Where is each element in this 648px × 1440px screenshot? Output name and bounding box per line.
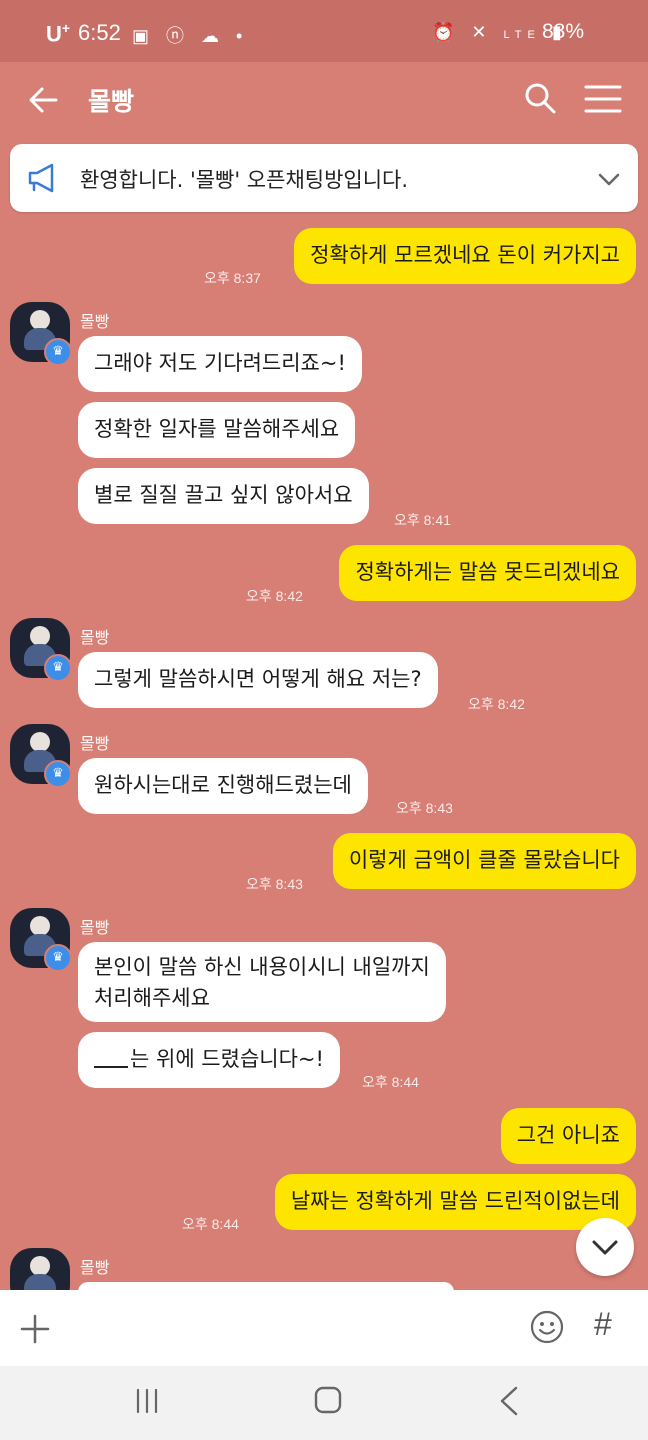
message-line: 처리해주세요 (94, 986, 210, 1010)
my-message-bubble[interactable]: 정확하게는 말씀 못드리겠네요 (339, 545, 636, 601)
sender-name: 몰빵 (80, 734, 110, 753)
chat-room-title: 몰빵 (88, 87, 135, 116)
redacted-text (94, 1052, 128, 1068)
my-message-bubble[interactable]: 이렇게 금액이 클줄 몰랐습니다 (332, 833, 636, 889)
other-message-bubble[interactable]: 원하시는대로 진행해드렸는데 (78, 758, 368, 814)
hash-icon[interactable]: # (594, 1306, 612, 1343)
message-timestamp: 오후 8:44 (362, 1074, 419, 1090)
message-timestamp: 오후 8:41 (394, 512, 451, 528)
sender-name: 몰빵 (80, 1258, 110, 1277)
status-time: 6:52 (78, 20, 121, 45)
message-timestamp: 오후 8:43 (396, 800, 453, 816)
chevron-down-icon[interactable] (596, 166, 622, 192)
notice-banner[interactable]: 환영합니다. '몰빵' 오픈채팅방입니다. (10, 144, 638, 212)
sender-name: 몰빵 (80, 628, 110, 647)
crown-icon: ♛ (44, 338, 72, 366)
crown-icon: ♛ (44, 944, 72, 972)
crown-icon: ♛ (44, 654, 72, 682)
sender-name: 몰빵 (80, 312, 110, 331)
message-timestamp: 오후 8:44 (182, 1216, 239, 1232)
message-timestamp: 오후 8:42 (468, 696, 525, 712)
recent-apps-icon[interactable] (134, 1388, 160, 1414)
megaphone-icon (28, 163, 54, 193)
scroll-to-bottom-button[interactable] (576, 1218, 634, 1276)
sender-name: 몰빵 (80, 918, 110, 937)
emoji-icon[interactable] (530, 1310, 564, 1344)
message-timestamp: 오후 8:42 (246, 588, 303, 604)
network-label: LTE (503, 29, 541, 41)
other-message-bubble[interactable]: 정확한 일자를 말씀해주세요 (78, 402, 356, 458)
other-message-bubble[interactable]: 그래야 저도 기다려드리죠~! (78, 336, 362, 392)
my-message-bubble[interactable]: 그건 아니죠 (500, 1108, 636, 1164)
back-arrow-icon[interactable] (26, 82, 62, 118)
system-navigation-bar (0, 1366, 648, 1440)
my-message-bubble[interactable]: 정확하게 모르겠네요 돈이 커가지고 (294, 228, 636, 284)
message-timestamp: 오후 8:37 (204, 270, 261, 286)
notification-icons: ▣ ⓝ ☁ • (132, 26, 249, 46)
back-nav-icon[interactable] (498, 1386, 520, 1416)
chat-header: 몰빵 (0, 62, 648, 138)
chevron-down-icon (592, 1240, 618, 1255)
menu-icon[interactable] (584, 82, 622, 116)
other-message-bubble[interactable]: 는 위에 드렸습니다~! (78, 1032, 340, 1088)
carrier-label: U+ (46, 20, 71, 47)
other-message-bubble[interactable]: 별로 질질 끌고 싶지 않아서요 (78, 468, 369, 524)
message-input-bar[interactable]: # (0, 1290, 648, 1366)
other-message-bubble[interactable]: 본인이 말씀 하신 내용이시니 내일까지 처리해주세요 (78, 942, 446, 1022)
home-icon[interactable] (314, 1386, 342, 1414)
battery-percent: 88% (542, 20, 585, 43)
message-timestamp: 오후 8:43 (246, 876, 303, 892)
crown-icon: ♛ (44, 760, 72, 788)
message-line: 본인이 말씀 하신 내용이시니 내일까지 (94, 955, 430, 979)
notice-text: 환영합니다. '몰빵' 오픈채팅방입니다. (80, 168, 409, 192)
search-icon[interactable] (522, 80, 558, 116)
plus-icon[interactable] (20, 1314, 50, 1344)
other-message-bubble[interactable]: 그렇게 말씀하시면 어떻게 해요 저는? (78, 652, 438, 708)
status-bar: U+ 6:52 ▣ ⓝ ☁ • ⏰ ✕ LTE ▮ 88% (0, 0, 648, 62)
